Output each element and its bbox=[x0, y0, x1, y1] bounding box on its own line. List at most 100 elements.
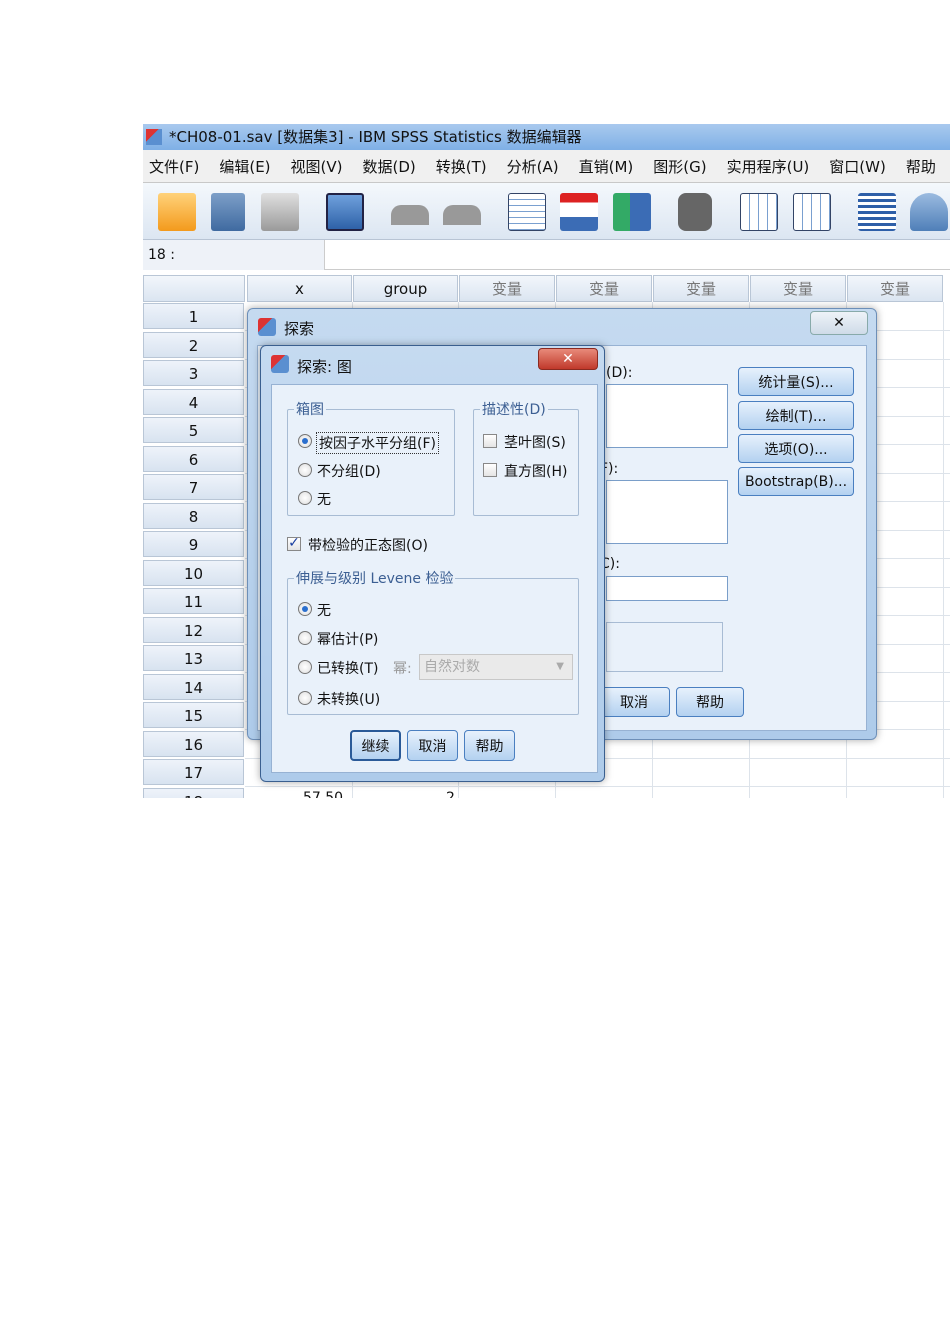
levene-none-label[interactable]: 无 bbox=[317, 600, 331, 620]
goto-case-icon[interactable] bbox=[508, 193, 546, 231]
plots-cancel-button[interactable]: 取消 bbox=[407, 730, 458, 761]
statistics-button[interactable]: 统计量(S)... bbox=[738, 367, 854, 396]
stem-leaf-label[interactable]: 茎叶图(S) bbox=[504, 432, 566, 452]
menu-file[interactable]: 文件(F) bbox=[149, 156, 199, 177]
boxplot-dependents-together-label[interactable]: 不分组(D) bbox=[317, 461, 381, 481]
menu-utilities[interactable]: 实用程序(U) bbox=[727, 156, 810, 177]
cell-group-row18[interactable]: 2 bbox=[446, 790, 455, 798]
column-header-var[interactable]: 变量 bbox=[847, 275, 943, 302]
boxplot-group-title: 箱图 bbox=[294, 399, 326, 419]
column-header-x[interactable]: x bbox=[247, 275, 352, 302]
row-header[interactable]: 11 bbox=[143, 588, 244, 614]
normality-plots-label[interactable]: 带检验的正态图(O) bbox=[308, 535, 428, 555]
row-header[interactable]: 3 bbox=[143, 360, 244, 386]
bootstrap-button[interactable]: Bootstrap(B)... bbox=[738, 467, 854, 496]
spss-dialog-icon bbox=[271, 355, 289, 373]
boxplot-dependents-together-radio[interactable] bbox=[298, 463, 312, 477]
row-header[interactable]: 12 bbox=[143, 616, 244, 643]
row-header[interactable]: 8 bbox=[143, 502, 244, 529]
options-button[interactable]: 选项(O)... bbox=[738, 434, 854, 463]
display-group bbox=[606, 622, 723, 672]
print-icon[interactable] bbox=[261, 193, 299, 231]
row-header[interactable]: 5 bbox=[143, 417, 244, 443]
menu-graphs[interactable]: 图形(G) bbox=[653, 156, 706, 177]
untransformed-radio[interactable] bbox=[298, 691, 312, 705]
row-header[interactable]: 13 bbox=[143, 645, 244, 671]
menu-direct-marketing[interactable]: 直销(M) bbox=[579, 156, 634, 177]
select-cases-icon[interactable] bbox=[793, 193, 831, 231]
menu-analyze[interactable]: 分析(A) bbox=[507, 156, 559, 177]
find-icon[interactable] bbox=[678, 193, 712, 231]
close-button[interactable]: ✕ bbox=[538, 348, 598, 370]
row-header[interactable]: 17 bbox=[143, 759, 244, 785]
power-estimation-label[interactable]: 幂估计(P) bbox=[317, 629, 378, 649]
menu-view[interactable]: 视图(V) bbox=[291, 156, 343, 177]
column-header-var[interactable]: 变量 bbox=[556, 275, 652, 302]
insert-cases-icon[interactable] bbox=[560, 193, 598, 231]
column-header-var[interactable]: 变量 bbox=[653, 275, 749, 302]
normality-plots-checkbox[interactable]: ✓ bbox=[287, 536, 301, 551]
menu-window[interactable]: 窗口(W) bbox=[829, 156, 886, 177]
transformed-radio[interactable] bbox=[298, 660, 312, 674]
histogram-label[interactable]: 直方图(H) bbox=[504, 461, 567, 481]
save-icon[interactable] bbox=[211, 193, 245, 231]
histogram-checkbox[interactable] bbox=[483, 463, 497, 477]
close-icon: ✕ bbox=[833, 315, 845, 331]
menu-data[interactable]: 数据(D) bbox=[363, 156, 416, 177]
factor-list[interactable] bbox=[606, 480, 728, 544]
continue-button[interactable]: 继续 bbox=[350, 730, 401, 761]
grid-corner[interactable] bbox=[143, 275, 245, 302]
dependent-list[interactable] bbox=[606, 384, 728, 448]
column-header-var[interactable]: 变量 bbox=[750, 275, 846, 302]
explore-cancel-button[interactable]: 取消 bbox=[598, 687, 670, 717]
column-header-var[interactable]: 变量 bbox=[459, 275, 555, 302]
boxplot-factor-levels-radio[interactable] bbox=[298, 434, 312, 448]
row-header[interactable]: 9 bbox=[143, 531, 244, 557]
untransformed-label[interactable]: 未转换(U) bbox=[317, 689, 380, 709]
label-cases-field[interactable] bbox=[606, 576, 728, 601]
transformed-label[interactable]: 已转换(T) bbox=[317, 658, 378, 678]
close-button[interactable]: ✕ bbox=[810, 311, 868, 335]
row-header[interactable]: 1 bbox=[143, 303, 244, 329]
column-header-group[interactable]: group bbox=[353, 275, 458, 302]
row-header[interactable]: 7 bbox=[143, 474, 244, 500]
recall-dialog-icon[interactable] bbox=[326, 193, 364, 231]
boxplot-factor-levels-label[interactable]: 按因子水平分组(F) bbox=[316, 432, 439, 454]
row-header[interactable]: 14 bbox=[143, 673, 244, 700]
cell-x-row18[interactable]: 57.50 bbox=[303, 790, 343, 798]
spss-app-icon bbox=[146, 129, 162, 145]
window-title: *CH08-01.sav [数据集3] - IBM SPSS Statistic… bbox=[169, 128, 582, 146]
descriptive-group-title: 描述性(D) bbox=[480, 399, 548, 419]
menu-transform[interactable]: 转换(T) bbox=[436, 156, 487, 177]
undo-icon[interactable] bbox=[391, 205, 429, 225]
plots-button[interactable]: 绘制(T)... bbox=[738, 401, 854, 430]
menu-edit[interactable]: 编辑(E) bbox=[219, 156, 270, 177]
redo-icon[interactable] bbox=[443, 205, 481, 225]
stem-leaf-checkbox[interactable] bbox=[483, 434, 497, 448]
row-header[interactable]: 4 bbox=[143, 388, 244, 415]
row-header[interactable]: 18 bbox=[143, 787, 244, 798]
plots-help-button[interactable]: 帮助 bbox=[464, 730, 515, 761]
boxplot-none-label[interactable]: 无 bbox=[317, 489, 331, 509]
levene-none-radio[interactable] bbox=[298, 602, 312, 616]
explore-plots-dialog: 探索: 图 ✕ 箱图 按因子水平分组(F) 不分组(D) 无 描述性(D) 茎叶… bbox=[260, 345, 605, 782]
spss-dialog-icon bbox=[258, 318, 276, 336]
boxplot-none-radio[interactable] bbox=[298, 491, 312, 505]
weight-cases-icon[interactable] bbox=[910, 193, 948, 231]
row-header[interactable]: 10 bbox=[143, 559, 244, 586]
power-estimation-radio[interactable] bbox=[298, 631, 312, 645]
menu-help[interactable]: 帮助 bbox=[906, 156, 936, 177]
cell-value-input[interactable] bbox=[326, 240, 950, 270]
explore-help-button[interactable]: 帮助 bbox=[676, 687, 744, 717]
row-header[interactable]: 2 bbox=[143, 331, 244, 358]
row-header[interactable]: 6 bbox=[143, 445, 244, 472]
insert-variable-icon[interactable] bbox=[613, 193, 651, 231]
open-folder-icon[interactable] bbox=[158, 193, 196, 231]
split-file-icon[interactable] bbox=[740, 193, 778, 231]
row-header[interactable]: 15 bbox=[143, 702, 244, 728]
chevron-down-icon: ▼ bbox=[556, 661, 564, 672]
grid-line bbox=[245, 786, 950, 787]
row-header[interactable]: 16 bbox=[143, 730, 244, 757]
power-dropdown[interactable]: 自然对数 ▼ bbox=[419, 654, 573, 680]
value-labels-icon[interactable] bbox=[858, 193, 896, 231]
